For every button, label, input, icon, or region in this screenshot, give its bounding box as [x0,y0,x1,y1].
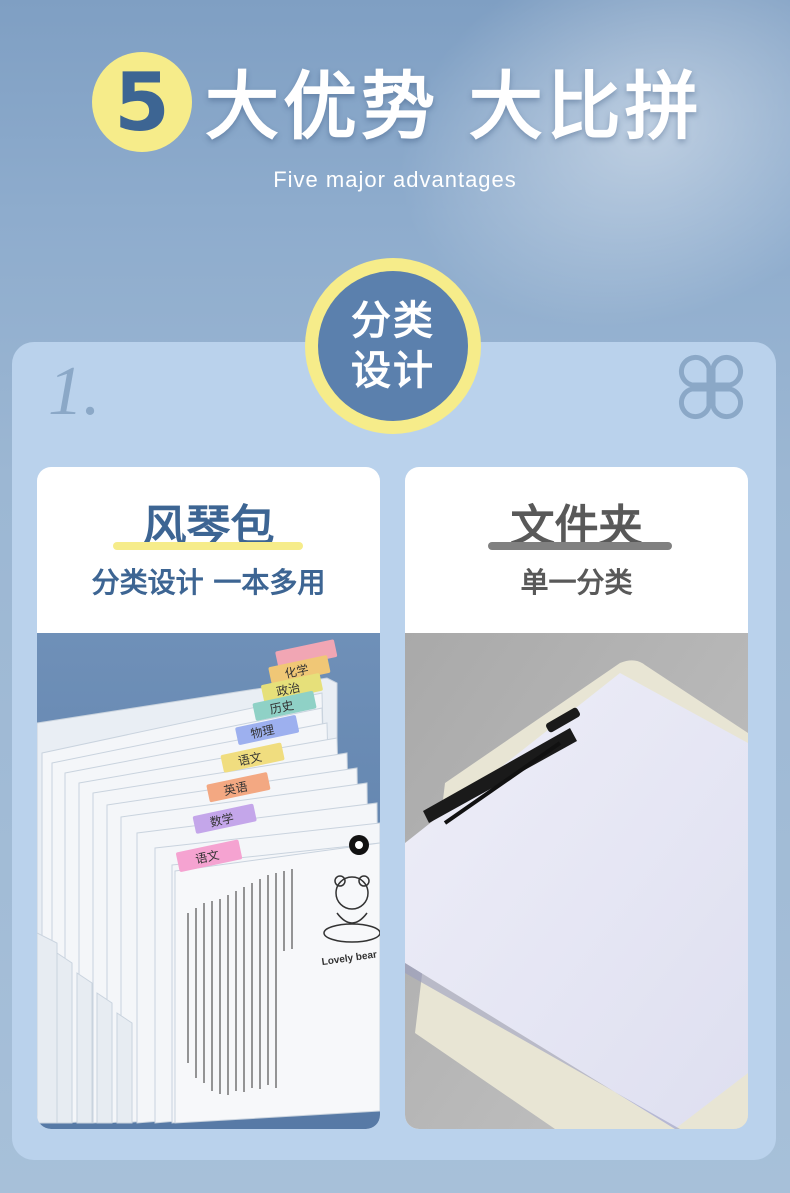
file-folder-card: 文件夹 单一分类 [405,467,748,1129]
title-underline [113,542,303,550]
title-underline-folder [488,542,672,550]
header: 5 大优势 大比拼 [0,40,790,160]
card-subtitle-accordion: 分类设计 一本多用 [91,566,326,599]
badge-line-2: 设计 [351,348,435,394]
badge-line-1: 分类 [351,298,435,344]
page-subtitle: Five major advantages [273,167,517,192]
accordion-bag-photo: Lovely bear 化学 政治 历史 物理 语文 英语 数学 语文 [37,633,380,1129]
section-number: 1. [48,353,101,430]
card-subtitle-folder: 单一分类 [520,566,633,599]
category-badge: 分类 设计 [318,271,468,421]
clover-icon [678,354,744,420]
number-text: 5 [114,55,170,149]
clipboard-photo [405,633,748,1129]
page-title: 大优势 大比拼 [205,64,703,150]
accordion-bag-card: 风琴包 分类设计 一本多用 Lovely bear 化学 政治 历史 物理 语文… [37,467,380,1129]
number-badge: 5 [92,52,192,152]
